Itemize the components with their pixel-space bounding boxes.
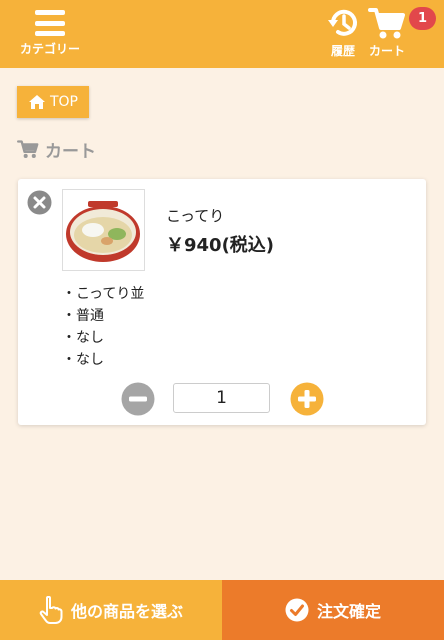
item-options: ・こってり並 ・普通 ・なし ・なし [62,283,144,371]
decrease-quantity-icon[interactable] [121,382,155,416]
cart-count-badge: 1 [409,7,436,30]
app-header: カテゴリー 履歴 カート 1 [0,0,444,68]
option-line: ・なし [62,330,104,346]
check-circle-icon [285,598,309,622]
top-button-label: TOP [49,94,78,110]
hamburger-icon [35,10,65,36]
choose-other-products-label: 他の商品を選ぶ [70,602,183,621]
option-line: ・なし [62,352,104,368]
cart-icon [17,140,39,158]
top-button[interactable]: TOP [17,86,89,118]
category-menu-label: カテゴリー [19,42,80,56]
cart-icon [368,8,405,39]
page-title-text: カート [45,141,96,162]
item-name: こってり [166,207,225,225]
footer-bar: 他の商品を選ぶ 注文確定 [0,580,444,640]
option-line: ・こってり並 [62,286,145,302]
page-title: カート [17,137,96,162]
item-price: ￥940(税込) [166,235,275,256]
pointing-hand-icon [39,596,63,624]
quantity-field[interactable]: 1 [173,383,270,413]
cart-item-card: こってり ￥940(税込) ・こってり並 ・普通 ・なし ・なし 1 [18,179,426,425]
remove-item-icon[interactable] [27,190,52,215]
product-image [62,189,145,271]
increase-quantity-icon[interactable] [290,382,324,416]
history-label: 履歴 [330,44,355,58]
confirm-order-button[interactable]: 注文確定 [222,580,444,640]
cart-button[interactable]: カート [366,6,408,59]
home-icon [28,95,45,109]
history-button[interactable]: 履歴 [326,6,360,59]
option-line: ・普通 [62,308,104,324]
confirm-order-label: 注文確定 [316,602,381,621]
cart-label: カート [368,44,405,58]
history-icon [328,9,357,36]
choose-other-products-button[interactable]: 他の商品を選ぶ [0,580,222,640]
category-menu-button[interactable]: カテゴリー [14,10,86,57]
